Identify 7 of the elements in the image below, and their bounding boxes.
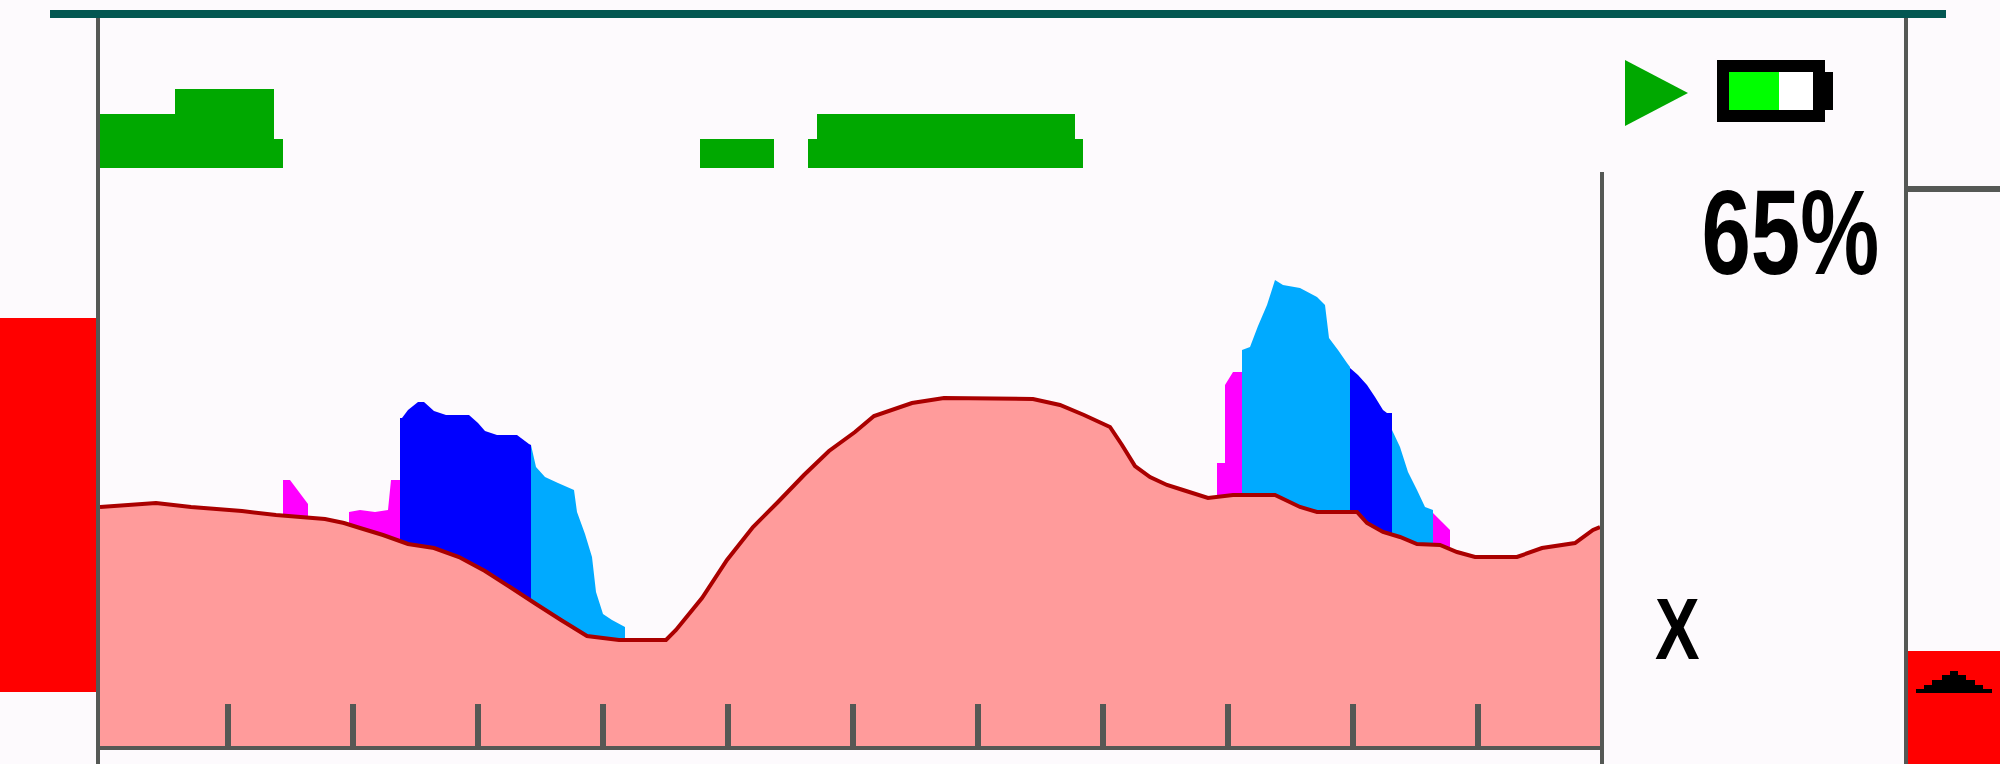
up-button[interactable] — [1908, 651, 2000, 764]
side-label: X — [1655, 585, 1700, 673]
battery-percentage: 65% — [1701, 172, 1879, 292]
caret-up-icon — [1916, 671, 1992, 693]
battery-icon — [1717, 60, 1833, 122]
profile-segment — [283, 480, 308, 518]
play-icon — [1625, 60, 1688, 126]
